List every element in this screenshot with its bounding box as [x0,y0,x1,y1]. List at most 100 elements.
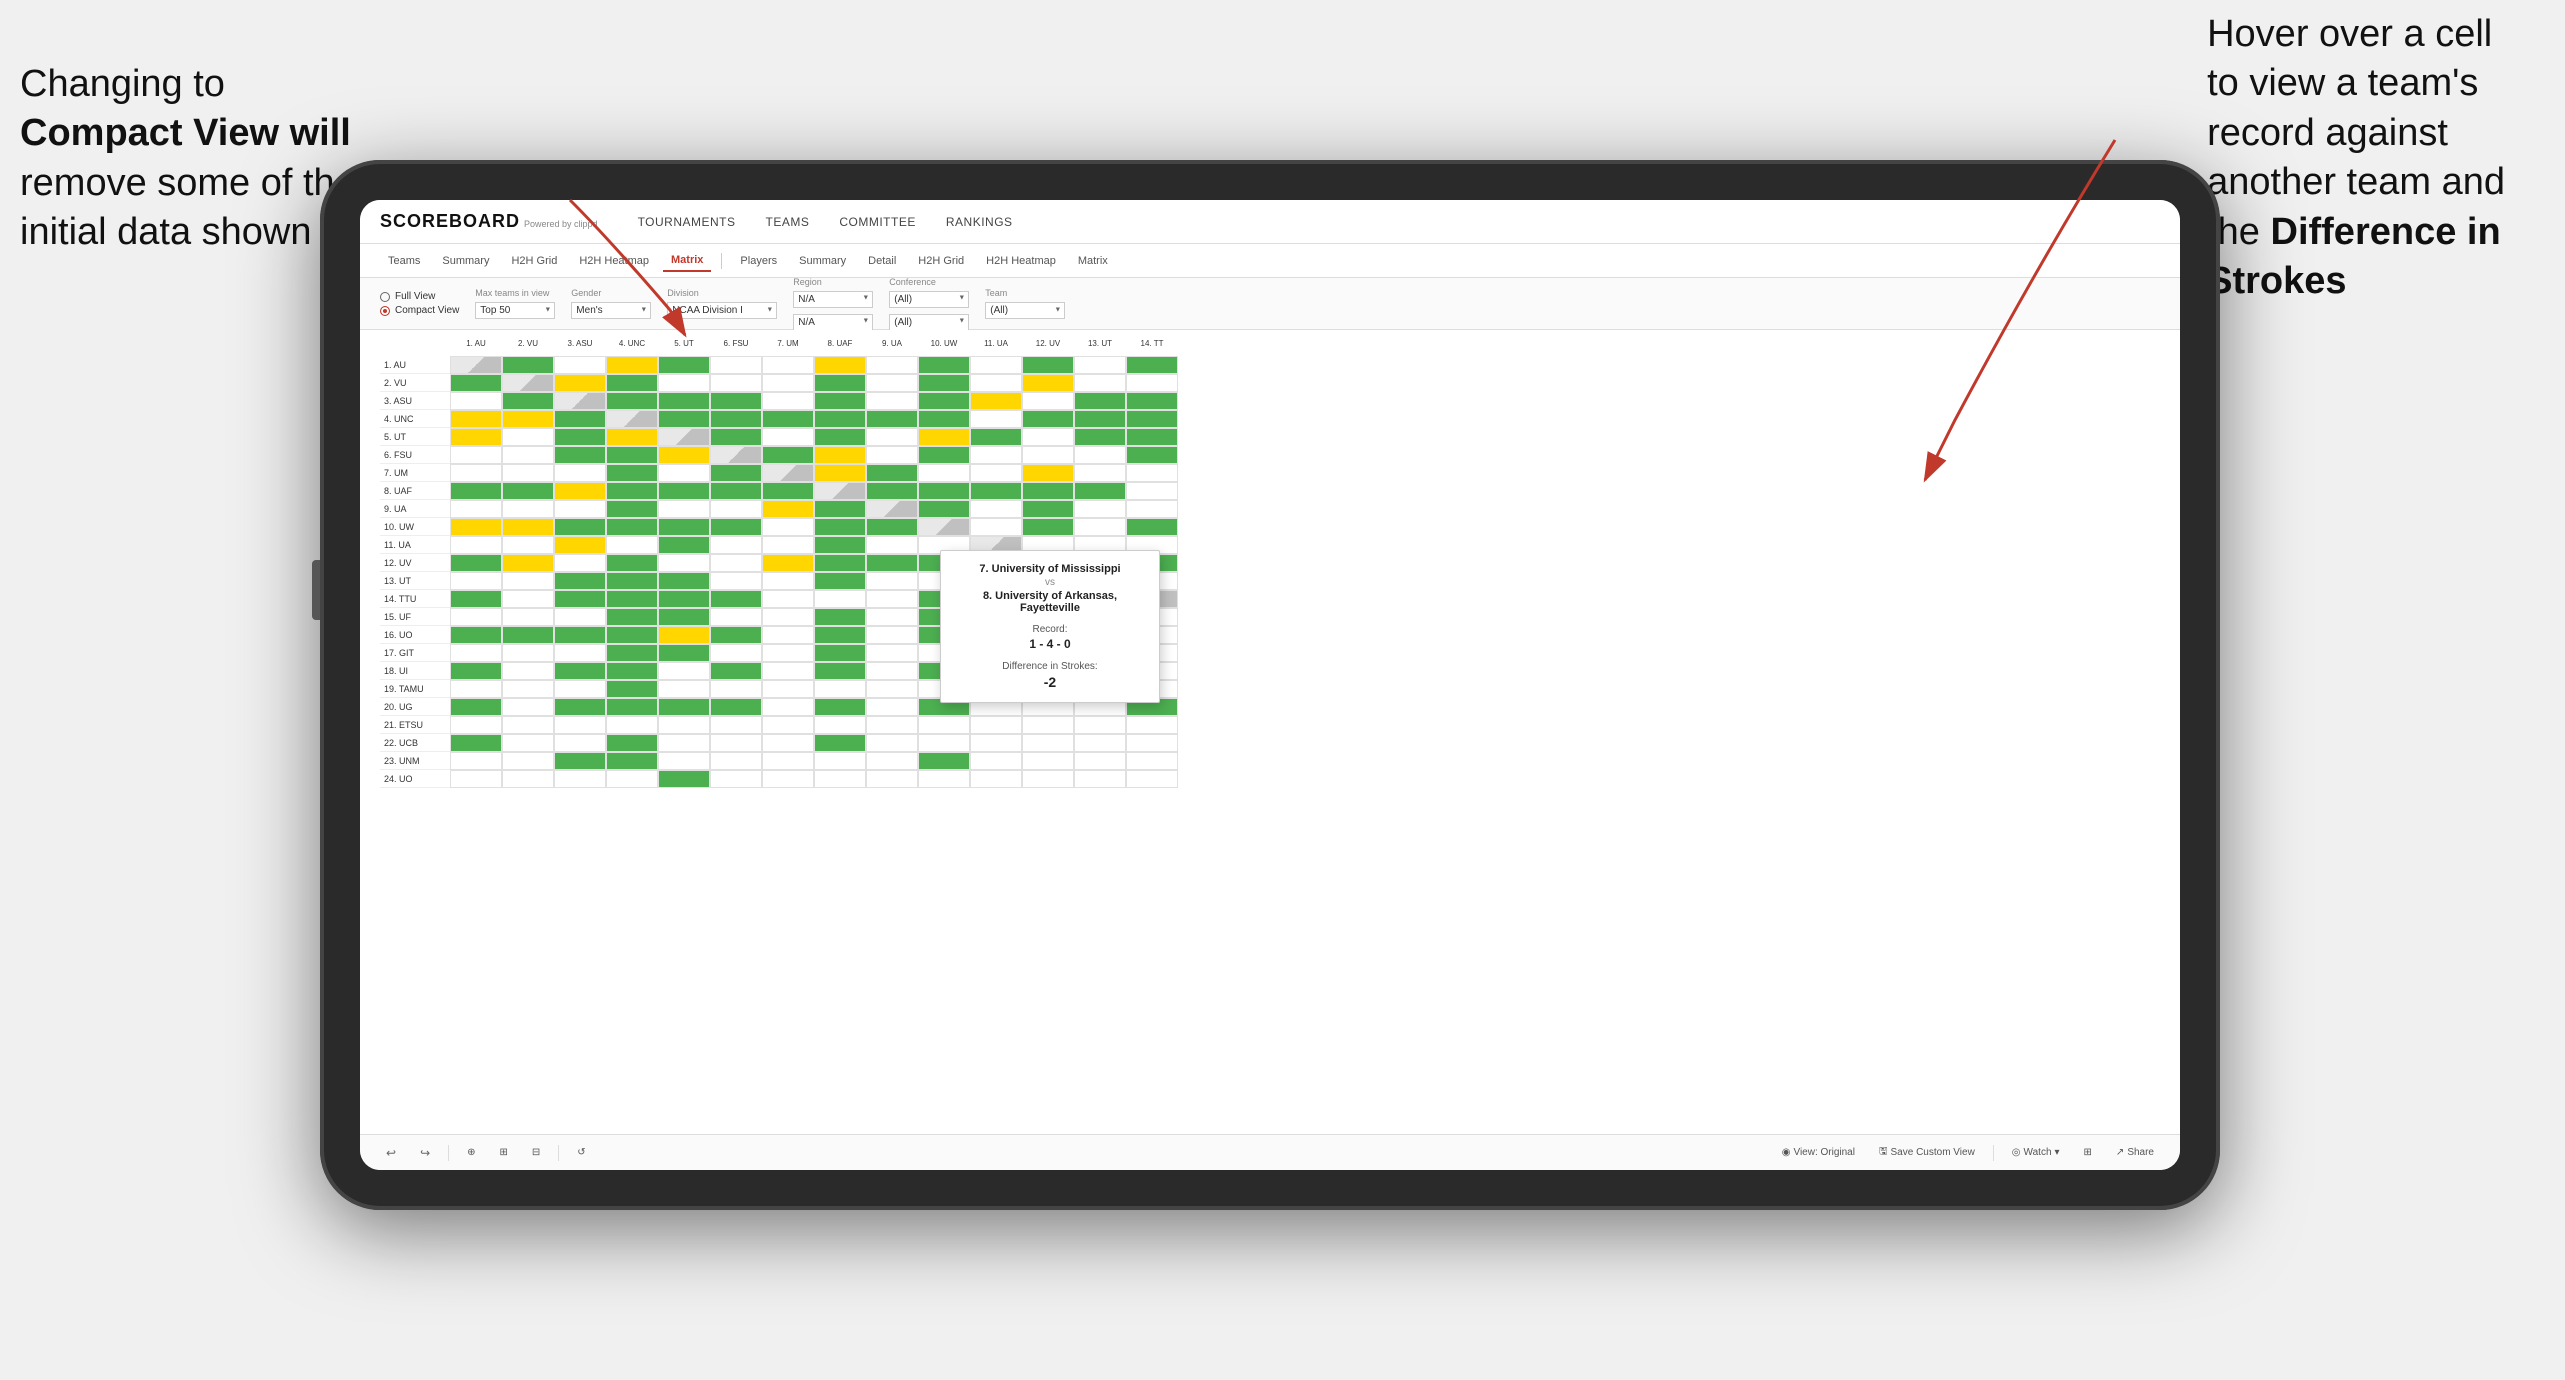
grid-cell[interactable] [814,680,866,698]
grid-cell[interactable] [866,428,918,446]
grid-cell[interactable] [554,518,606,536]
grid-cell[interactable] [1074,482,1126,500]
grid-cell[interactable] [658,536,710,554]
grid-cell[interactable] [970,428,1022,446]
grid-cell[interactable] [866,662,918,680]
grid-cell[interactable] [502,482,554,500]
grid-cell[interactable] [658,680,710,698]
grid-cell[interactable] [710,410,762,428]
grid-cell[interactable] [1022,446,1074,464]
grid-cell[interactable] [450,356,502,374]
grid-cell[interactable] [918,410,970,428]
grid-cell[interactable] [866,680,918,698]
grid-cell[interactable] [814,536,866,554]
grid-cell[interactable] [710,518,762,536]
subnav-summary2[interactable]: Summary [791,251,854,271]
grid-cell[interactable] [814,464,866,482]
grid-cell[interactable] [450,374,502,392]
grid-cell[interactable] [1074,752,1126,770]
grid-cell[interactable] [554,392,606,410]
grid-cell[interactable] [1126,428,1178,446]
grid-cell[interactable] [710,644,762,662]
grid-cell[interactable] [1074,392,1126,410]
grid-cell[interactable] [658,356,710,374]
grid-cell[interactable] [606,716,658,734]
grid-cell[interactable] [970,716,1022,734]
grid-cell[interactable] [502,752,554,770]
grid-cell[interactable] [606,608,658,626]
gender-select-wrapper[interactable]: Men's Women's [571,300,651,319]
grid-cell[interactable] [762,356,814,374]
grid-cell[interactable] [814,716,866,734]
grid-cell[interactable] [1022,464,1074,482]
grid-cell[interactable] [450,626,502,644]
grid-cell[interactable] [762,680,814,698]
grid-cell[interactable] [1074,716,1126,734]
grid-cell[interactable] [502,428,554,446]
grid-cell[interactable] [554,590,606,608]
grid-cell[interactable] [554,374,606,392]
grid-cell[interactable] [1074,428,1126,446]
grid-cell[interactable] [502,518,554,536]
grid-cell[interactable] [1074,518,1126,536]
grid-cell[interactable] [814,698,866,716]
grid-cell[interactable] [554,572,606,590]
grid-cell[interactable] [866,698,918,716]
grid-cell[interactable] [866,446,918,464]
grid-cell[interactable] [762,554,814,572]
grid-cell[interactable] [1074,410,1126,428]
grid-cell[interactable] [970,392,1022,410]
nav-tournaments[interactable]: TOURNAMENTS [638,215,736,229]
grid-cell[interactable] [606,770,658,788]
grid-cell[interactable] [710,536,762,554]
subnav-teams[interactable]: Teams [380,251,428,271]
grid-cell[interactable] [606,572,658,590]
subnav-detail[interactable]: Detail [860,251,904,271]
grid-cell[interactable] [450,752,502,770]
grid-cell[interactable] [606,698,658,716]
grid-cell[interactable] [658,482,710,500]
grid-cell[interactable] [814,752,866,770]
grid-cell[interactable] [554,446,606,464]
grid-cell[interactable] [450,410,502,428]
grid-cell[interactable] [606,644,658,662]
grid-cell[interactable] [762,716,814,734]
view-original-button[interactable]: ◉ View: Original [1776,1145,1861,1160]
grid-cell[interactable] [554,734,606,752]
grid-cell[interactable] [970,752,1022,770]
grid-cell[interactable] [1126,482,1178,500]
grid-cell[interactable] [606,752,658,770]
grid-cell[interactable] [710,734,762,752]
grid-cell[interactable] [1126,392,1178,410]
grid-cell[interactable] [606,356,658,374]
grid-cell[interactable] [710,482,762,500]
grid-cell[interactable] [710,374,762,392]
grid-cell[interactable] [918,392,970,410]
division-select[interactable]: NCAA Division I NCAA Division II [667,302,777,319]
grid-cell[interactable] [918,734,970,752]
grid-cell[interactable] [502,392,554,410]
grid-cell[interactable] [918,428,970,446]
grid-cell[interactable] [866,572,918,590]
grid-cell[interactable] [502,608,554,626]
grid-cell[interactable] [710,698,762,716]
grid-cell[interactable] [814,428,866,446]
grid-cell[interactable] [1074,500,1126,518]
grid-cell[interactable] [762,608,814,626]
grid-cell[interactable] [502,644,554,662]
grid-cell[interactable] [710,716,762,734]
grid-cell[interactable] [554,716,606,734]
max-teams-select[interactable]: Top 50 Top 25 Top 100 [475,302,555,319]
grid-cell[interactable] [502,626,554,644]
grid-cell[interactable] [710,500,762,518]
grid-cell[interactable] [710,590,762,608]
grid-cell[interactable] [658,770,710,788]
grid-cell[interactable] [970,770,1022,788]
grid-cell[interactable] [814,662,866,680]
grid-cell[interactable] [450,518,502,536]
grid-cell[interactable] [502,374,554,392]
grid-cell[interactable] [606,482,658,500]
grid-cell[interactable] [814,590,866,608]
max-teams-select-wrapper[interactable]: Top 50 Top 25 Top 100 [475,300,555,319]
grid-cell[interactable] [918,482,970,500]
